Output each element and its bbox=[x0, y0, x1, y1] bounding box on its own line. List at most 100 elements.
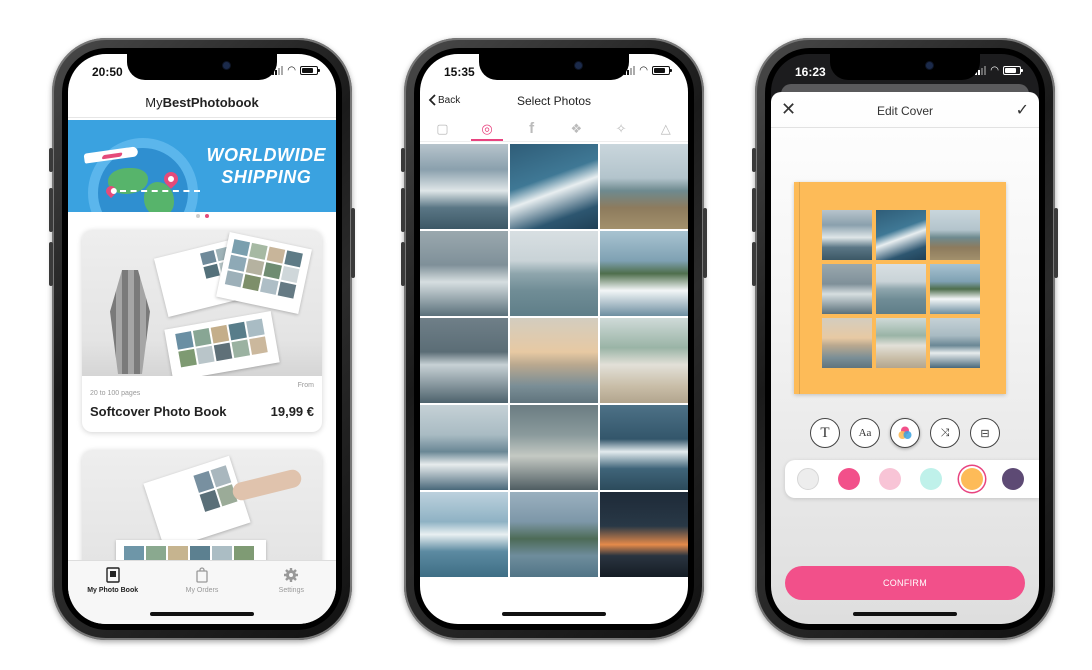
facebook-icon[interactable]: f bbox=[509, 116, 554, 141]
camera-icon bbox=[223, 62, 230, 69]
banner-line-1: WORLDWIDE bbox=[206, 145, 326, 165]
cover-photo[interactable] bbox=[930, 318, 980, 368]
wifi-icon: ◠ bbox=[639, 65, 648, 76]
carousel-dot-active[interactable] bbox=[204, 214, 209, 218]
notch bbox=[479, 54, 629, 80]
photo-thumbnail[interactable] bbox=[510, 144, 598, 229]
cover-photo[interactable] bbox=[822, 318, 872, 368]
photo-thumbnail[interactable] bbox=[420, 318, 508, 403]
google-drive-icon[interactable]: △ bbox=[643, 116, 688, 141]
banner-line-2: SHIPPING bbox=[221, 167, 312, 187]
product-name: Softcover Photo Book bbox=[90, 404, 227, 419]
phone-edit-cover-screen: 16:23 ◠ ✕ Edit Cover ✓ T Aa ⤨ ⊟ CONFIRM bbox=[752, 38, 1058, 640]
color-swatch[interactable] bbox=[920, 468, 942, 490]
status-time: 15:35 bbox=[444, 65, 475, 79]
volume-down-button bbox=[752, 242, 756, 286]
power-button bbox=[351, 208, 355, 278]
shuffle-icon[interactable]: ⤨ bbox=[930, 418, 960, 448]
device-photos-icon[interactable]: ▢ bbox=[420, 116, 465, 141]
photo-thumbnail[interactable] bbox=[600, 144, 688, 229]
status-icons: ◠ bbox=[975, 66, 1023, 76]
color-palette bbox=[785, 460, 1039, 498]
phone-home-screen: 20:50 ◠ MyBestPhotobook WORLDWIDE SHIPPI… bbox=[49, 38, 355, 640]
screen: 15:35 ◠ Back Select Photos ▢ ◎ f ❖ ✧ △ bbox=[420, 54, 688, 624]
photo-thumbnail[interactable] bbox=[420, 231, 508, 316]
confirm-button[interactable]: CONFIRM bbox=[785, 566, 1025, 600]
photo-thumbnail[interactable] bbox=[420, 405, 508, 490]
globe-illustration bbox=[88, 138, 198, 212]
font-icon[interactable]: Aa bbox=[850, 418, 880, 448]
home-indicator[interactable] bbox=[853, 612, 957, 616]
tab-label: Settings bbox=[278, 587, 304, 594]
tab-settings[interactable]: Settings bbox=[247, 561, 336, 624]
cover-photo[interactable] bbox=[876, 318, 926, 368]
photo-thumbnail[interactable] bbox=[510, 492, 598, 577]
instagram-icon[interactable]: ◎ bbox=[465, 116, 510, 141]
tab-label: My Photo Book bbox=[87, 587, 139, 594]
battery-icon bbox=[300, 66, 320, 75]
color-swatch[interactable] bbox=[1002, 468, 1024, 490]
page-title: Select Photos bbox=[516, 94, 592, 108]
color-swatch[interactable] bbox=[879, 468, 901, 490]
photo-thumbnail[interactable] bbox=[420, 492, 508, 577]
product-price: 19,99 € bbox=[270, 404, 314, 419]
banner-text: WORLDWIDE SHIPPING bbox=[207, 144, 326, 188]
color-swatch[interactable] bbox=[797, 468, 819, 490]
photo-grid bbox=[420, 144, 688, 577]
worldwide-shipping-banner[interactable]: WORLDWIDE SHIPPING bbox=[68, 120, 336, 212]
text-icon[interactable]: T bbox=[810, 418, 840, 448]
status-time: 20:50 bbox=[92, 65, 123, 79]
power-button bbox=[703, 208, 707, 278]
photo-thumbnail[interactable] bbox=[510, 318, 598, 403]
layout-icon[interactable]: ⊟ bbox=[970, 418, 1000, 448]
photo-thumbnail[interactable] bbox=[600, 405, 688, 490]
status-icons: ◠ bbox=[624, 65, 672, 76]
status-icons: ◠ bbox=[272, 65, 320, 76]
color-palette-icon[interactable] bbox=[890, 418, 920, 448]
photo-source-tabs: ▢ ◎ f ❖ ✧ △ bbox=[420, 116, 688, 142]
product-meta: 20 to 100 pages From Softcover Photo Boo… bbox=[82, 376, 322, 432]
closed-book-image bbox=[164, 311, 280, 376]
photo-thumbnail[interactable] bbox=[600, 231, 688, 316]
photo-thumbnail[interactable] bbox=[420, 144, 508, 229]
cover-photo[interactable] bbox=[876, 264, 926, 314]
camera-icon bbox=[926, 62, 933, 69]
battery-icon bbox=[1003, 66, 1023, 75]
checkmark-icon[interactable]: ✓ bbox=[1016, 100, 1029, 120]
photo-thumbnail[interactable] bbox=[600, 318, 688, 403]
photo-thumbnail[interactable] bbox=[600, 492, 688, 577]
cover-tools: T Aa ⤨ ⊟ bbox=[771, 418, 1039, 448]
app-header: MyBestPhotobook bbox=[68, 88, 336, 118]
mute-switch bbox=[401, 148, 405, 172]
color-swatch[interactable] bbox=[961, 468, 983, 490]
cover-photo[interactable] bbox=[822, 210, 872, 260]
wifi-icon: ◠ bbox=[287, 65, 296, 76]
battery-icon bbox=[652, 66, 672, 75]
nav-bar: Back Select Photos bbox=[420, 88, 688, 116]
cover-photo[interactable] bbox=[930, 264, 980, 314]
photo-thumbnail[interactable] bbox=[510, 231, 598, 316]
cover-photo[interactable] bbox=[876, 210, 926, 260]
color-swatch[interactable] bbox=[838, 468, 860, 490]
volume-down-button bbox=[49, 242, 53, 286]
dropbox-icon[interactable]: ❖ bbox=[554, 116, 599, 141]
tab-label: My Orders bbox=[185, 587, 219, 594]
photo-thumbnail[interactable] bbox=[510, 405, 598, 490]
open-book-image-second bbox=[143, 455, 251, 551]
product-card-softcover[interactable]: 20 to 100 pages From Softcover Photo Boo… bbox=[82, 230, 322, 432]
carousel-dot[interactable] bbox=[195, 214, 200, 218]
volume-up-button bbox=[752, 188, 756, 232]
sheet-header: ✕ Edit Cover ✓ bbox=[771, 92, 1039, 128]
mute-switch bbox=[49, 148, 53, 172]
camera-icon bbox=[575, 62, 582, 69]
cover-photo[interactable] bbox=[822, 264, 872, 314]
home-indicator[interactable] bbox=[150, 612, 254, 616]
home-indicator[interactable] bbox=[502, 612, 606, 616]
shopping-bag-icon bbox=[196, 567, 208, 583]
tab-my-photo-book[interactable]: My Photo Book bbox=[68, 561, 157, 624]
flickr-icon[interactable]: ✧ bbox=[599, 116, 644, 141]
volume-up-button bbox=[401, 188, 405, 232]
product-photo bbox=[82, 230, 322, 376]
book-cover-preview[interactable] bbox=[794, 182, 1006, 394]
cover-photo[interactable] bbox=[930, 210, 980, 260]
